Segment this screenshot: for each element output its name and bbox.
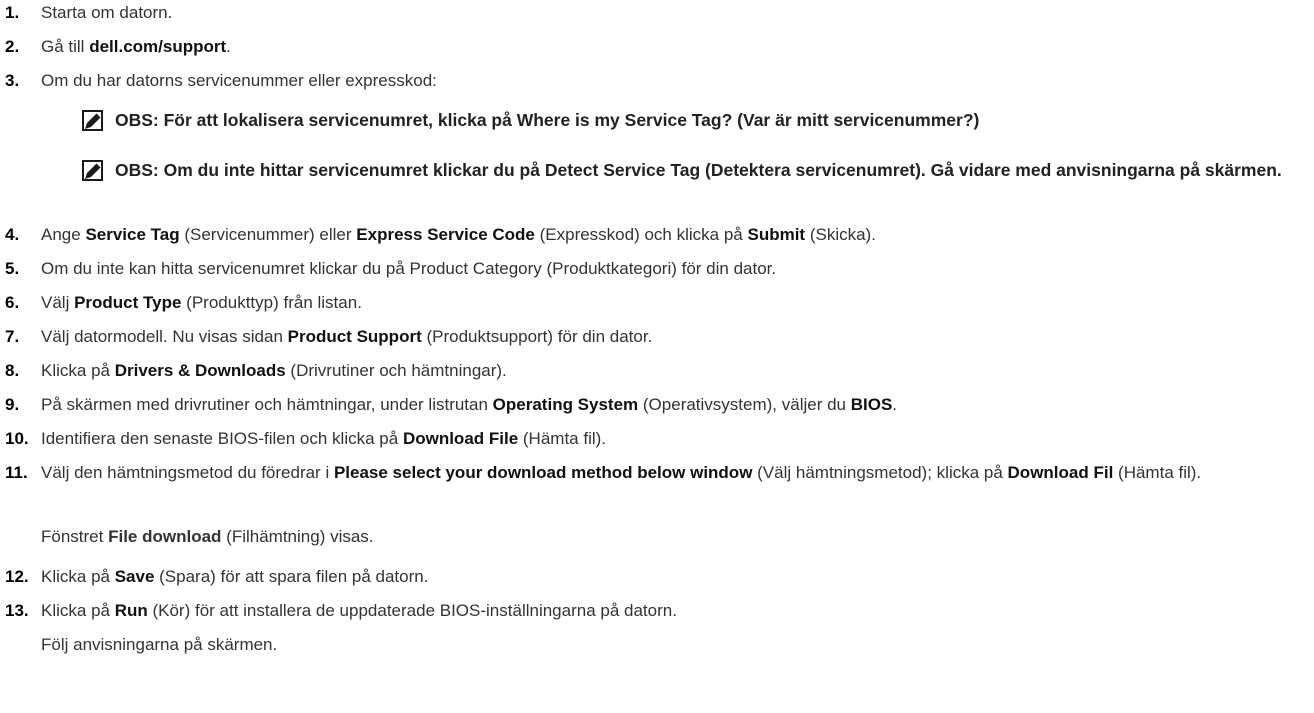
text-segment: (Servicenummer) eller [179, 225, 357, 244]
bold-term: Submit [747, 225, 806, 244]
step-text: Välj Product Type (Produkttyp) från list… [41, 291, 1308, 315]
bold-term: Drivers & Downloads [114, 361, 286, 380]
text-segment: Fönstret [41, 527, 109, 546]
text-segment: Om du har datorns servicenummer eller ex… [41, 71, 437, 90]
text-segment: Välj [41, 293, 75, 312]
text-segment: (Filhämtning) visas. [221, 527, 374, 546]
step-number: 6. [5, 293, 20, 312]
step-text: Ange Service Tag (Servicenummer) eller E… [41, 223, 1308, 247]
step-text: Gå till dell.com/support. [41, 35, 1308, 59]
text-segment: (Hämta fil). [1113, 463, 1202, 482]
step-text: Starta om datorn. [41, 1, 1308, 25]
bold-term: Operating System [492, 395, 639, 414]
step-number: 7. [5, 327, 20, 346]
step-number: 13. [5, 601, 29, 620]
bold-term: Please select your download method below… [333, 463, 753, 482]
step-number: 11. [5, 463, 28, 482]
step-text: Klicka på Run (Kör) för att installera d… [41, 599, 1308, 623]
text-segment: På skärmen med drivrutiner och hämtninga… [41, 395, 493, 414]
text-segment: (Operativsystem), väljer du [638, 395, 851, 414]
text-segment: Klicka på [41, 601, 115, 620]
bold-term: Service Tag [85, 225, 180, 244]
text-segment: Klicka på [41, 567, 115, 586]
bold-term: Express Service Code [356, 225, 535, 244]
text-segment: (Välj hämtningsmetod); klicka på [752, 463, 1008, 482]
bold-term: Product Type [74, 293, 182, 312]
text-segment: (Kör) för att installera de uppdaterade … [147, 601, 677, 620]
text-segment: Välj datormodell. Nu visas sidan [41, 327, 288, 346]
step-number: 10. [5, 429, 29, 448]
step-number: 8. [5, 361, 20, 380]
bold-term: Download File [402, 429, 519, 448]
step-number: 2. [5, 37, 20, 56]
text-segment: (Hämta fil). [518, 429, 607, 448]
note-text: OBS: Om du inte hittar servicenumret kli… [115, 160, 1282, 180]
step-text: Klicka på Save (Spara) för att spara fil… [41, 565, 1308, 589]
text-segment: Identifiera den senaste BIOS-filen och k… [41, 429, 403, 448]
step-text: På skärmen med drivrutiner och hämtninga… [41, 393, 1308, 417]
text-segment: Välj den hämtningsmetod du föredrar i [41, 463, 334, 482]
step-text: Identifiera den senaste BIOS-filen och k… [41, 427, 1308, 451]
text-segment: (Drivrutiner och hämtningar). [285, 361, 507, 380]
note-pencil-icon [82, 110, 103, 131]
step-number: 1. [5, 3, 20, 22]
text-segment: (Produktsupport) för din dator. [421, 327, 653, 346]
step-number: 5. [5, 259, 20, 278]
text-segment: (Expresskod) och klicka på [534, 225, 748, 244]
step-text: Klicka på Drivers & Downloads (Drivrutin… [41, 359, 1308, 383]
bold-term: File download [108, 527, 222, 546]
text-segment: . [226, 37, 231, 56]
text-segment: Följ anvisningarna på skärmen. [41, 635, 278, 654]
step-text: Välj den hämtningsmetod du föredrar i Pl… [41, 461, 1308, 485]
step-text: Välj datormodell. Nu visas sidan Product… [41, 325, 1308, 349]
bold-term: Save [114, 567, 155, 586]
note-pencil-icon [82, 160, 103, 181]
text-segment: Om du inte kan hitta servicenumret klick… [41, 259, 777, 278]
step-text: Om du har datorns servicenummer eller ex… [41, 69, 1308, 93]
bold-term: BIOS [850, 395, 893, 414]
bold-term: Product Support [287, 327, 422, 346]
bold-term: Download Fil [1007, 463, 1114, 482]
text-segment: . [892, 395, 898, 414]
text-segment: (Produkttyp) från listan. [181, 293, 362, 312]
bold-term: dell.com/support [89, 37, 227, 56]
text-segment: Klicka på [41, 361, 115, 380]
text-segment: (Spara) för att spara filen på datorn. [154, 567, 429, 586]
bios-update-instructions: 1. Starta om datorn. 2. Gå till dell.com… [0, 0, 1314, 713]
step-number: 3. [5, 71, 20, 90]
step-11-subtext: Fönstret File download (Filhämtning) vis… [41, 525, 1308, 549]
step-text: Om du inte kan hitta servicenumret klick… [41, 257, 1308, 281]
step-number: 9. [5, 395, 20, 414]
note-text: OBS: För att lokalisera servicenumret, k… [115, 110, 980, 130]
step-number: 4. [5, 225, 20, 244]
bold-term: Run [114, 601, 148, 620]
step-number: 12. [5, 567, 29, 586]
text-segment: Gå till [41, 37, 90, 56]
text-segment: (Skicka). [805, 225, 876, 244]
step-13-subtext: Följ anvisningarna på skärmen. [41, 633, 1308, 657]
text-segment: Starta om datorn. [41, 3, 173, 22]
text-segment: Ange [41, 225, 86, 244]
